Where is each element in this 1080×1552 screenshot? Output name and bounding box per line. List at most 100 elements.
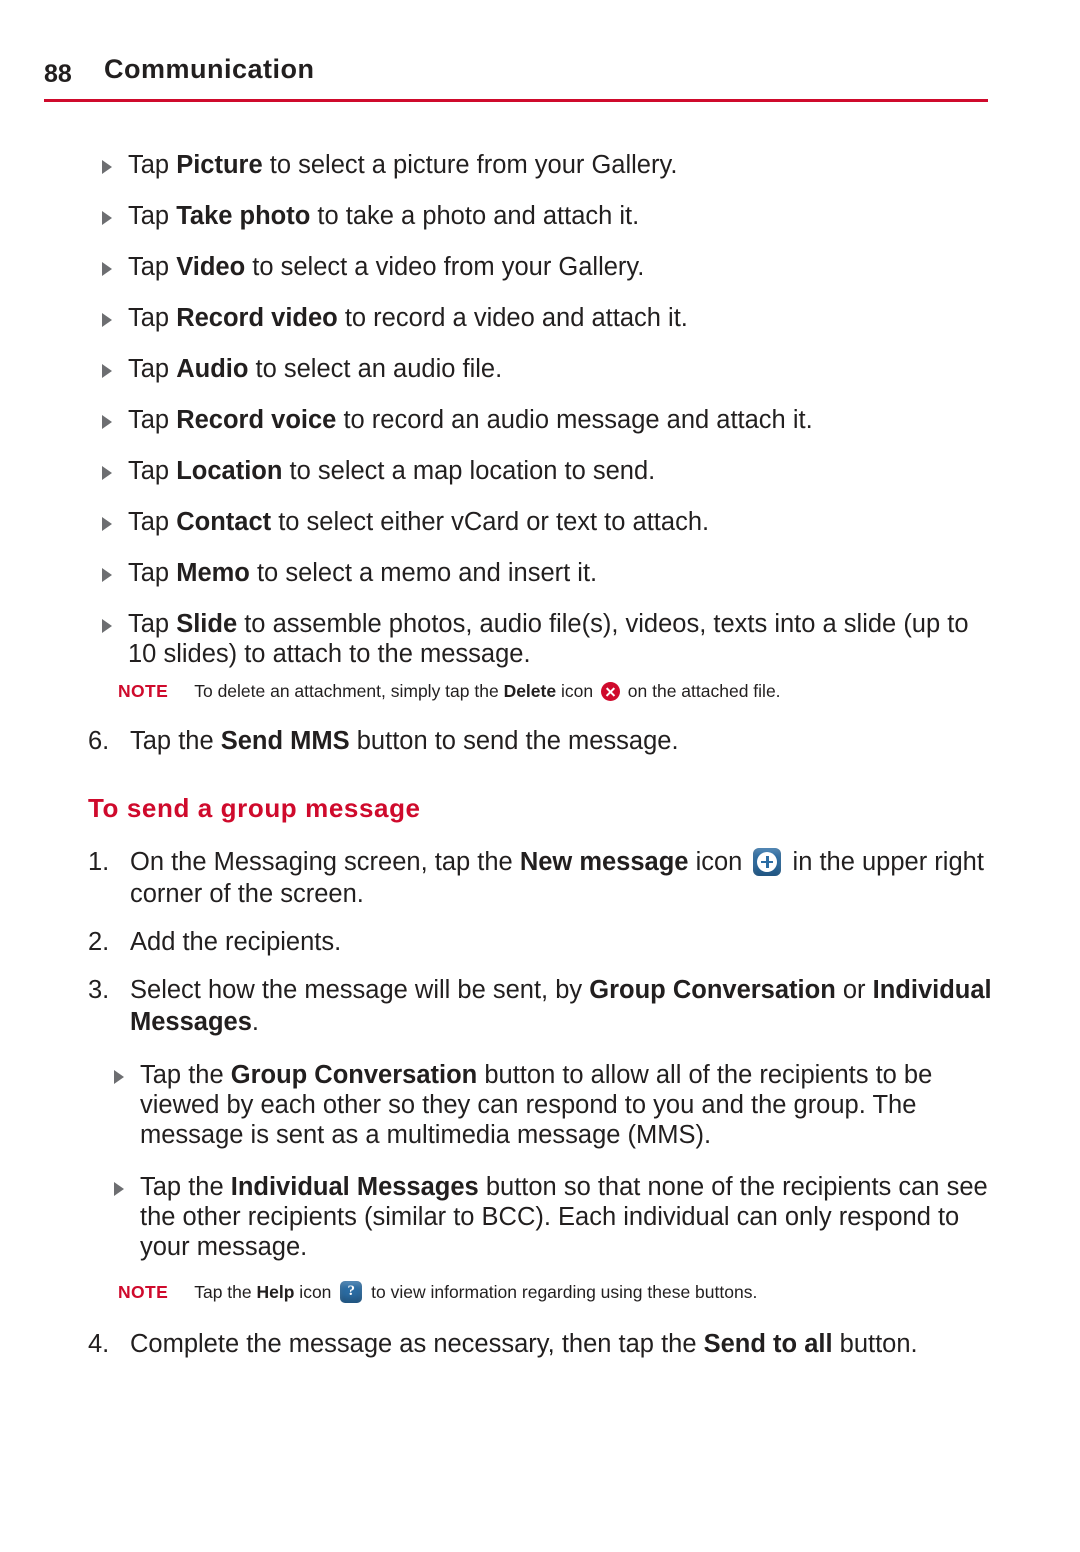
step-number: 1. — [88, 848, 110, 876]
list-item: Tap the Group Conversation button to all… — [88, 1060, 992, 1150]
bullet-text-bold: Picture — [176, 151, 263, 179]
list-item: Tap the Individual Messages button so th… — [88, 1172, 992, 1262]
bullet-text-post: to take a photo and attach it. — [310, 202, 640, 230]
bullet-text-post: to select a picture from your Gallery. — [262, 151, 678, 179]
triangle-bullet-icon — [102, 262, 112, 276]
list-item: Tap Audio to select an audio file. — [88, 354, 992, 384]
triangle-bullet-icon — [102, 619, 112, 633]
step-text-post: . — [251, 1008, 260, 1036]
triangle-bullet-icon — [102, 415, 112, 429]
bullet-text-pre: Tap — [128, 406, 177, 434]
note-text-post: on the attached file. — [622, 681, 781, 701]
bullet-text-post: to select a memo and insert it. — [249, 559, 598, 587]
bullet-text-post: to select an audio file. — [248, 355, 503, 383]
note-text-mid: icon — [294, 1282, 337, 1302]
group-option-bullet-list: Tap the Group Conversation button to all… — [88, 1060, 992, 1262]
bullet-text-bold: Record voice — [176, 406, 337, 434]
attachment-bullet-list: Tap Picture to select a picture from you… — [88, 150, 992, 669]
bullet-text-post: to assemble photos, audio file(s), video… — [128, 610, 969, 668]
triangle-bullet-icon — [102, 211, 112, 225]
note-text-bold: Delete — [503, 681, 557, 701]
step-text-mid: icon — [688, 848, 750, 876]
note-label: NOTE — [118, 681, 169, 701]
triangle-bullet-icon — [102, 568, 112, 582]
step-text-post: button. — [832, 1330, 918, 1358]
note-text-post: to view information regarding using thes… — [366, 1282, 758, 1302]
triangle-bullet-icon — [102, 466, 112, 480]
step-2: 2. Add the recipients. — [88, 926, 992, 958]
note-help-icon: NOTE Tap the Help icon ? to view informat… — [88, 1280, 992, 1304]
chapter-title: Communication — [104, 54, 315, 84]
bullet-text-pre: Tap — [128, 202, 177, 230]
bullet-text-bold: Video — [176, 253, 246, 281]
bullet-text-pre: Tap — [128, 253, 177, 281]
step-3: 3. Select how the message will be sent, b… — [88, 974, 992, 1038]
bullet-text-bold: Slide — [176, 610, 238, 638]
triangle-bullet-icon — [114, 1070, 124, 1084]
page-number: 88 — [44, 60, 72, 88]
triangle-bullet-icon — [102, 364, 112, 378]
list-item: Tap Picture to select a picture from you… — [88, 150, 992, 180]
note-delete-attachment: NOTE To delete an attachment, simply tap … — [88, 679, 992, 703]
list-item: Tap Slide to assemble photos, audio file… — [88, 609, 992, 669]
note-text-mid: icon — [556, 681, 598, 701]
step-number: 4. — [88, 1330, 110, 1358]
step-6: 6. Tap the Send MMS button to send the me… — [88, 725, 992, 757]
bullet-text-post: to record an audio message and attach it… — [336, 406, 813, 434]
bullet-text-pre: Tap — [128, 151, 177, 179]
list-item: Tap Take photo to take a photo and attac… — [88, 201, 992, 231]
bullet-text-bold: Group Conversation — [230, 1061, 478, 1089]
manual-page: 88 Communication Tap Picture to select a… — [0, 0, 1080, 1552]
new-message-plus-icon — [753, 848, 782, 876]
note-text-pre: Tap the — [194, 1282, 257, 1302]
bullet-text-bold: Take photo — [176, 202, 311, 230]
step-1: 1. On the Messaging screen, tap the New m… — [88, 846, 992, 910]
bullet-text-bold: Individual Messages — [230, 1173, 479, 1201]
step-text-mid: or — [835, 976, 873, 1004]
bullet-text-post: to select a video from your Gallery. — [245, 253, 645, 281]
step-text-pre: On the Messaging screen, tap the — [130, 848, 520, 876]
step-text-bold: New message — [519, 848, 689, 876]
bullet-text-bold: Location — [176, 457, 283, 485]
step-text-bold: Send MMS — [220, 727, 350, 755]
step-text-pre: Select how the message will be sent, by — [130, 976, 590, 1004]
bullet-text-pre: Tap — [128, 304, 177, 332]
list-item: Tap Video to select a video from your Ga… — [88, 252, 992, 282]
step-number: 6. — [88, 727, 110, 755]
triangle-bullet-icon — [102, 313, 112, 327]
step-text-post: button to send the message. — [349, 727, 679, 755]
bullet-text-post: to record a video and attach it. — [337, 304, 688, 332]
delete-x-icon — [600, 682, 620, 701]
bullet-text-bold: Audio — [176, 355, 249, 383]
note-label: NOTE — [118, 1282, 169, 1302]
step-text-bold-1: Group Conversation — [589, 976, 836, 1004]
bullet-text-bold: Contact — [176, 508, 272, 536]
section-title: To send a group message — [88, 793, 421, 823]
list-item: Tap Location to select a map location to… — [88, 456, 992, 486]
bullet-text-pre: Tap — [128, 610, 177, 638]
bullet-text-pre: Tap the — [140, 1061, 231, 1089]
help-question-icon: ? — [340, 1281, 363, 1303]
header-rule — [44, 99, 988, 102]
triangle-bullet-icon — [102, 160, 112, 174]
list-item: Tap Record video to record a video and a… — [88, 303, 992, 333]
list-item: Tap Memo to select a memo and insert it. — [88, 558, 992, 588]
step-number: 3. — [88, 976, 110, 1004]
bullet-text-bold: Record video — [176, 304, 338, 332]
bullet-text-pre: Tap the — [140, 1173, 231, 1201]
page-content: Tap Picture to select a picture from you… — [88, 150, 992, 1360]
triangle-bullet-icon — [102, 517, 112, 531]
bullet-text-bold: Memo — [176, 559, 250, 587]
step-text: Add the recipients. — [130, 928, 342, 956]
bullet-text-post: to select either vCard or text to attach… — [271, 508, 710, 536]
list-item: Tap Contact to select either vCard or te… — [88, 507, 992, 537]
triangle-bullet-icon — [114, 1182, 124, 1196]
page-header: 88 Communication — [44, 52, 988, 106]
step-number: 2. — [88, 928, 110, 956]
step-text-pre: Tap the — [130, 727, 221, 755]
note-text-pre: To delete an attachment, simply tap the — [194, 681, 504, 701]
bullet-text-pre: Tap — [128, 559, 177, 587]
bullet-text-pre: Tap — [128, 508, 177, 536]
bullet-text-post: to select a map location to send. — [282, 457, 656, 485]
step-text-pre: Complete the message as necessary, then … — [130, 1330, 704, 1358]
